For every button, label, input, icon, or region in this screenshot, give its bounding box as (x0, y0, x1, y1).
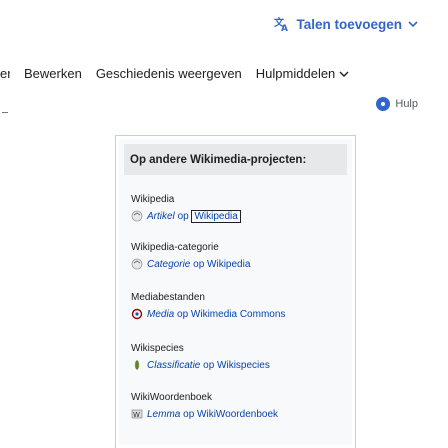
tab-history[interactable]: Geschiedenis weergeven (96, 66, 242, 81)
svg-text:W: W (133, 411, 140, 419)
sister-projects-heading: Op andere Wikimedia-projecten: (124, 144, 347, 175)
wikipedia-link-target: Wikipedia (191, 209, 241, 223)
chevron-down-icon (408, 20, 418, 28)
help-label: Hulp (395, 98, 418, 110)
divider (2, 112, 8, 113)
project-name: Mediabestanden (131, 292, 205, 303)
list-item: Mediabestanden Media op Wikimedia Common… (131, 292, 285, 320)
wiktionary-icon: W (131, 408, 143, 420)
help-link[interactable]: Hulp (376, 97, 418, 111)
list-item: Wikipedia Artikel op Wikipedia (131, 194, 241, 223)
list-item: Wikipedia-categorie Categorie op Wikiped… (131, 242, 250, 270)
wikipedia-icon (131, 210, 143, 222)
help-icon (376, 97, 391, 111)
list-item: Wikispecies Classificatie op Wikispecies (131, 343, 270, 371)
tab-tools[interactable]: Hulpmiddelen (256, 66, 350, 81)
add-languages-label: Talen toevoegen (296, 16, 402, 32)
tab-tools-label: Hulpmiddelen (255, 65, 336, 81)
add-languages-button[interactable]: 文A Talen toevoegen (274, 12, 418, 36)
project-link[interactable]: W Lemma op WikiWoordenboek (131, 408, 278, 420)
wikipedia-icon (131, 258, 143, 270)
commons-icon (131, 308, 143, 320)
list-item: WikiWoordenboek W Lemma op WikiWoordenbo… (131, 392, 278, 420)
project-link[interactable]: Categorie op Wikipedia (131, 258, 250, 270)
wikispecies-icon (131, 359, 143, 371)
svg-text:A: A (281, 24, 288, 32)
project-link[interactable]: Classificatie op Wikispecies (131, 359, 270, 371)
project-link[interactable]: Media op Wikimedia Commons (131, 308, 285, 320)
project-name: WikiWoordenboek (131, 392, 212, 403)
sister-projects-box: Op andere Wikimedia-projecten: Wikipedia… (115, 135, 356, 448)
chevron-down-icon (339, 66, 349, 81)
project-name: Wikipedia (131, 194, 175, 205)
tab-truncated[interactable]: en (0, 66, 10, 81)
project-link[interactable]: Artikel op Wikipedia (131, 209, 241, 223)
project-name: Wikipedia-categorie (131, 242, 219, 253)
project-name: Wikispecies (131, 343, 184, 354)
page-tabs: en Bewerken Geschiedenis weergeven Hulpm… (0, 62, 448, 84)
translate-icon: 文A (274, 16, 290, 32)
tab-edit[interactable]: Bewerken (24, 66, 82, 81)
